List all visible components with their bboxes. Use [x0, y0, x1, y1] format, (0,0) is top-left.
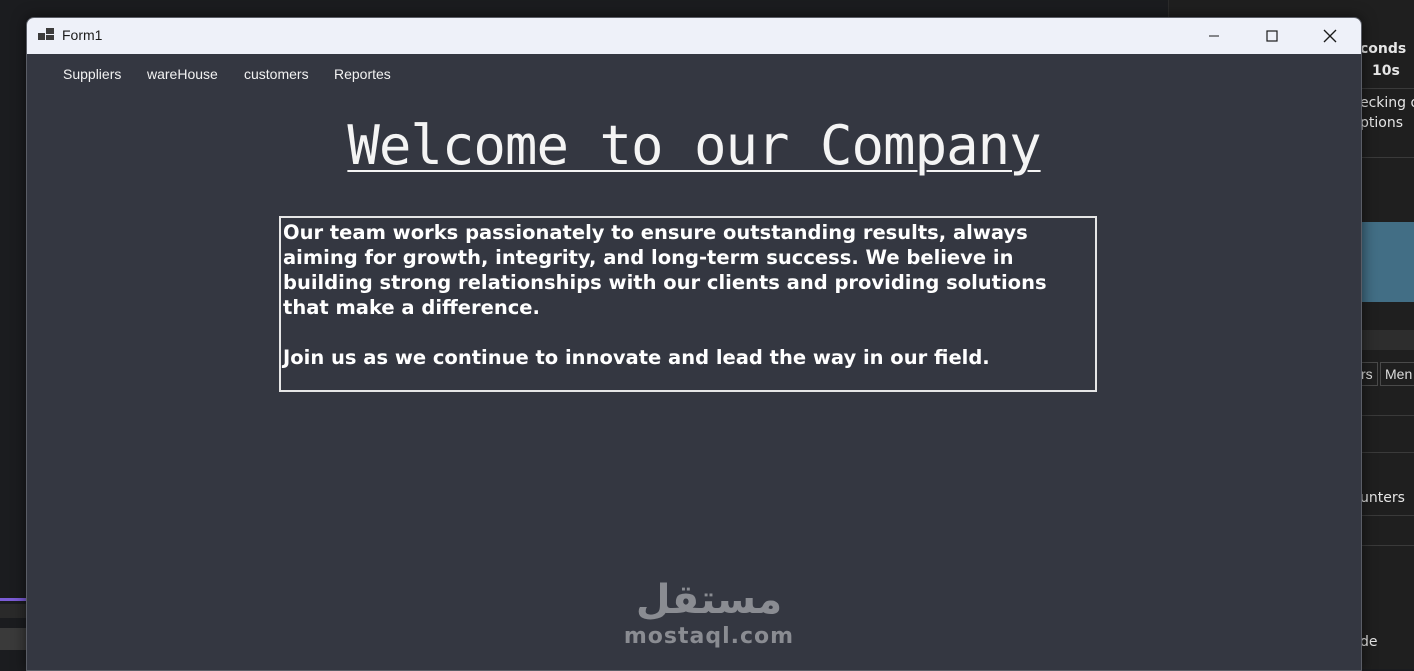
background-text: de	[1360, 634, 1378, 650]
background-text: 10s	[1372, 63, 1400, 79]
close-button[interactable]	[1301, 18, 1359, 54]
minimize-icon	[1209, 35, 1219, 37]
description-paragraph: Our team works passionately to ensure ou…	[283, 221, 1047, 319]
description-paragraph: Join us as we continue to innovate and l…	[283, 346, 990, 369]
background-divider	[1360, 88, 1414, 89]
background-text: ptions	[1360, 115, 1403, 131]
background-divider	[1360, 415, 1414, 416]
maximize-button[interactable]	[1243, 18, 1301, 54]
watermark-latin: mostaql.com	[623, 624, 795, 649]
menu-item-suppliers[interactable]: Suppliers	[63, 66, 121, 82]
window-title: Form1	[62, 27, 103, 43]
title-bar[interactable]: Form1	[27, 18, 1361, 54]
background-text: unters	[1360, 490, 1405, 506]
close-icon	[1323, 29, 1337, 43]
minimize-button[interactable]	[1185, 18, 1243, 54]
menu-item-customers[interactable]: customers	[244, 66, 309, 82]
menu-item-warehouse[interactable]: wareHouse	[147, 66, 218, 82]
maximize-icon	[1266, 30, 1278, 42]
background-strip	[0, 604, 26, 618]
background-divider	[1360, 515, 1414, 516]
background-tab: Men	[1380, 362, 1414, 386]
background-band	[1360, 330, 1414, 350]
welcome-heading-container: Welcome to our Company	[27, 114, 1361, 177]
form-window-icon	[38, 28, 54, 40]
menu-item-reportes[interactable]: Reportes	[334, 66, 391, 82]
background-divider	[1360, 157, 1414, 158]
background-accent	[0, 598, 26, 601]
watermark-arabic: مستقل	[635, 577, 783, 623]
mostaql-watermark: مستقل mostaql.com	[621, 576, 797, 649]
form-window: Form1 Suppliers wareHouse customers Repo…	[26, 17, 1362, 671]
description-textbox[interactable]: Our team works passionately to ensure ou…	[279, 216, 1097, 392]
background-text: ecking o	[1360, 95, 1414, 111]
background-divider	[1360, 545, 1414, 546]
background-chart	[1360, 222, 1414, 302]
background-text: conds	[1360, 41, 1407, 57]
background-box	[0, 628, 26, 650]
welcome-heading: Welcome to our Company	[347, 114, 1041, 177]
menu-bar: Suppliers wareHouse customers Reportes	[27, 54, 1361, 92]
background-divider	[1360, 452, 1414, 453]
